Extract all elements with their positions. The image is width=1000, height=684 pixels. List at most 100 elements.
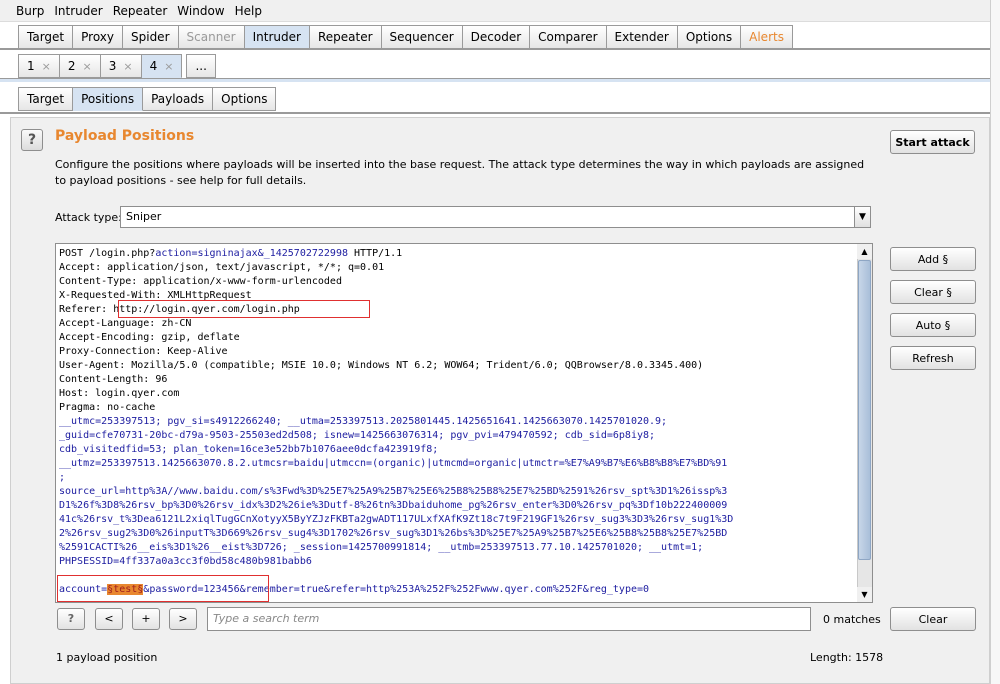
- cookie-line: D1%26f%3D8%26rsv_bp%3D0%26rsv_idx%3D2%26…: [59, 500, 728, 511]
- clear-markers-button[interactable]: Clear §: [890, 280, 976, 304]
- scroll-down-icon[interactable]: ▼: [857, 587, 872, 602]
- request-editor[interactable]: POST /login.php?action=signinajax&_14257…: [55, 243, 873, 603]
- referer-highlight-box: [118, 300, 370, 318]
- attack-tab-divider: [0, 78, 990, 82]
- window-edge: [990, 0, 1000, 684]
- attack-tab-1[interactable]: 1 ×: [18, 54, 60, 78]
- attack-tab-bar: 1 × 2 × 3 × 4 × ...: [18, 54, 216, 78]
- tab-divider: [0, 48, 990, 50]
- tab-target[interactable]: Target: [18, 25, 74, 49]
- sub-tab-divider: [0, 112, 990, 114]
- tab-decoder[interactable]: Decoder: [462, 25, 531, 49]
- search-prev-button[interactable]: <: [95, 608, 123, 630]
- payload-position-count: 1 payload position: [56, 651, 158, 664]
- header-pragma: Pragma: no-cache: [59, 402, 156, 413]
- close-icon[interactable]: ×: [83, 60, 92, 73]
- tab-label: Decoder: [470, 30, 522, 44]
- scroll-up-icon[interactable]: ▲: [857, 244, 872, 259]
- search-input[interactable]: Type a search term: [207, 607, 811, 631]
- cookie-line: %2591CACTI%26__eis%3D1%26__eist%3D726; _…: [59, 542, 704, 553]
- tab-extender[interactable]: Extender: [606, 25, 678, 49]
- cookie-line: ;: [59, 472, 66, 483]
- cookie-line: 2%26rsv_sug2%3D0%26inputT%3D669%26rsv_su…: [59, 528, 728, 539]
- header-host: Host: login.qyer.com: [59, 388, 180, 399]
- tab-proxy[interactable]: Proxy: [73, 25, 123, 49]
- menu-burp[interactable]: Burp: [0, 0, 49, 19]
- tab-alerts[interactable]: Alerts: [741, 25, 793, 49]
- help-icon[interactable]: ?: [21, 129, 43, 151]
- search-add-button[interactable]: +: [132, 608, 160, 630]
- close-icon[interactable]: ×: [123, 60, 132, 73]
- tab-label: Sequencer: [389, 30, 454, 44]
- tab-spider[interactable]: Spider: [123, 25, 179, 49]
- tab-label: Proxy: [81, 30, 114, 44]
- close-icon[interactable]: ×: [164, 60, 173, 73]
- main-tab-bar: Target Proxy Spider Scanner Intruder Rep…: [18, 25, 793, 49]
- tab-comparer[interactable]: Comparer: [530, 25, 607, 49]
- subtab-label: Payloads: [151, 92, 205, 106]
- section-description: Configure the positions where payloads w…: [55, 158, 865, 187]
- header-accept-encoding: Accept-Encoding: gzip, deflate: [59, 332, 240, 343]
- add-marker-button[interactable]: Add §: [890, 247, 976, 271]
- tab-repeater[interactable]: Repeater: [309, 25, 382, 49]
- tab-options[interactable]: Options: [677, 25, 742, 49]
- tab-intruder[interactable]: Intruder: [244, 25, 310, 49]
- attack-tab-new[interactable]: ...: [186, 54, 216, 78]
- menu-repeater[interactable]: Repeater: [108, 0, 173, 19]
- tab-label: Comparer: [538, 30, 598, 44]
- header-content-length: Content-Length: 96: [59, 374, 168, 385]
- sub-tab-bar: Target Positions Payloads Options: [18, 87, 277, 111]
- tab-scanner[interactable]: Scanner: [178, 25, 245, 49]
- start-attack-button[interactable]: Start attack: [890, 130, 975, 154]
- menu-help[interactable]: Help: [230, 0, 267, 19]
- cookie-line: cdb_visitedfid=53; plan_token=16ce3e52bb…: [59, 444, 439, 455]
- request-line: POST /login.php?: [59, 248, 156, 259]
- attack-tab-4[interactable]: 4 ×: [141, 54, 183, 78]
- attack-type-select[interactable]: Sniper ▼: [120, 206, 871, 228]
- tab-label: Extender: [614, 30, 669, 44]
- body-highlight-box: [57, 575, 269, 602]
- search-next-button[interactable]: >: [169, 608, 197, 630]
- menu-window[interactable]: Window: [172, 0, 229, 19]
- tab-label: Target: [27, 30, 65, 44]
- menu-intruder[interactable]: Intruder: [49, 0, 107, 19]
- clear-button[interactable]: Clear: [890, 607, 976, 631]
- subtab-options[interactable]: Options: [213, 87, 277, 111]
- request-protocol: HTTP/1.1: [347, 248, 403, 259]
- tab-sequencer[interactable]: Sequencer: [381, 25, 463, 49]
- refresh-button[interactable]: Refresh: [890, 346, 976, 370]
- tab-label: Alerts: [749, 30, 784, 44]
- subtab-positions[interactable]: Positions: [73, 87, 144, 111]
- attack-tab-label: 3: [108, 59, 117, 73]
- menu-bar: Burp Intruder Repeater Window Help: [0, 0, 990, 22]
- header-user-agent: User-Agent: Mozilla/5.0 (compatible; MSI…: [59, 360, 704, 371]
- attack-tab-label: 4: [149, 59, 158, 73]
- cookie-line: source_url=http%3A//www.baidu.com/s%3Fwd…: [59, 486, 728, 497]
- attack-type-label: Attack type:: [55, 211, 122, 224]
- attack-tab-3[interactable]: 3 ×: [100, 54, 142, 78]
- subtab-label: Target: [27, 92, 65, 106]
- header-accept: Accept: application/json, text/javascrip…: [59, 262, 385, 273]
- header-content-type: Content-Type: application/x-www-form-url…: [59, 276, 342, 287]
- subtab-label: Options: [221, 92, 268, 106]
- subtab-payloads[interactable]: Payloads: [143, 87, 214, 111]
- header-proxy-connection: Proxy-Connection: Keep-Alive: [59, 346, 228, 357]
- tab-label: Spider: [131, 30, 170, 44]
- scrollbar-thumb[interactable]: [858, 260, 871, 560]
- auto-markers-button[interactable]: Auto §: [890, 313, 976, 337]
- search-help-icon[interactable]: ?: [57, 608, 85, 630]
- attack-tab-2[interactable]: 2 ×: [59, 54, 101, 78]
- attack-tab-label: 2: [67, 59, 76, 73]
- subtab-target[interactable]: Target: [18, 87, 74, 111]
- body-param-rest: &remember=true&refer=http%253A%252F%252F…: [239, 584, 650, 595]
- header-referer-key: Referer:: [59, 304, 114, 315]
- tab-label: Intruder: [252, 30, 301, 44]
- close-icon[interactable]: ×: [42, 60, 51, 73]
- tab-label: Options: [685, 30, 733, 44]
- attack-tab-label: ...: [195, 59, 207, 73]
- section-title: Payload Positions: [55, 128, 195, 144]
- cookie-line: _guid=cfe70731-20bc-d79a-9503-25503ed2d5…: [59, 430, 656, 441]
- subtab-label: Positions: [81, 92, 135, 106]
- request-query: action=signinajax&_1425702722998: [155, 248, 348, 259]
- chevron-down-icon[interactable]: ▼: [854, 207, 870, 227]
